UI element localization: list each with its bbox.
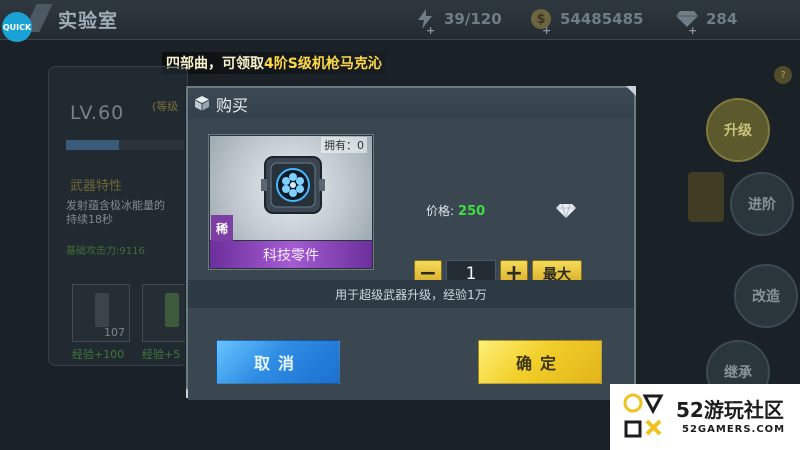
price-label: 价格: bbox=[426, 204, 455, 218]
purchase-dialog: 购买 拥有：0 稀 科技零件 价格: 250 − 1 + 最大 用于超级武器升级… bbox=[186, 86, 636, 400]
owned-count: 拥有：0 bbox=[321, 137, 367, 153]
item-description-text: 用于超级武器升级，经验1万 bbox=[335, 287, 487, 302]
rarity-badge: 稀 bbox=[211, 215, 233, 241]
diamond-value: 284 bbox=[706, 10, 738, 28]
tab-modify[interactable]: 改造 bbox=[734, 264, 798, 328]
top-bar: 实验室 + 39/120 $ + 54485485 + 284 bbox=[0, 0, 800, 40]
energy-resource[interactable]: + 39/120 bbox=[414, 8, 502, 37]
plus-icon: + bbox=[426, 24, 436, 37]
plus-icon: + bbox=[542, 24, 552, 37]
gold-value: 54485485 bbox=[560, 10, 644, 28]
material-icon bbox=[165, 293, 179, 327]
material-slot[interactable]: 107 bbox=[72, 284, 130, 342]
price-value: 250 bbox=[458, 204, 486, 219]
site-logo-icon bbox=[623, 393, 664, 438]
tab-upgrade[interactable]: 升级 bbox=[706, 98, 770, 162]
cancel-button[interactable]: 取消 bbox=[216, 340, 340, 384]
item-name-bar: 科技零件 bbox=[210, 241, 372, 268]
owned-value: 0 bbox=[357, 139, 364, 152]
weapon-level-sub: (等级 bbox=[152, 100, 179, 113]
tab-advance[interactable]: 进阶 bbox=[730, 172, 794, 236]
tech-part-icon bbox=[261, 156, 325, 214]
material-exp: 经验+100 bbox=[72, 348, 125, 361]
diamond-icon: + bbox=[676, 8, 698, 37]
material-count: 107 bbox=[104, 326, 125, 339]
watermark-url: 52GAMERS.COM bbox=[682, 424, 786, 435]
confirm-button[interactable]: 确定 bbox=[478, 340, 602, 384]
diamond-resource[interactable]: + 284 bbox=[676, 8, 738, 37]
weapon-attr-title: 武器特性 bbox=[70, 179, 123, 194]
dialog-title: 购买 bbox=[216, 96, 249, 115]
cube-icon bbox=[195, 96, 209, 111]
ticker-highlight: 4阶S级机枪马克沁 bbox=[264, 56, 382, 72]
help-icon[interactable]: ? bbox=[774, 66, 792, 84]
item-description: 用于超级武器升级，经验1万 bbox=[188, 280, 634, 308]
coin-icon: $ + bbox=[530, 8, 552, 37]
material-exp: 经验+5 bbox=[142, 348, 181, 361]
weapon-level: LV.60 bbox=[70, 102, 125, 124]
announcement-ticker: 四部曲，可领取4阶S级机枪马克沁 bbox=[162, 52, 386, 74]
gold-resource[interactable]: $ + 54485485 bbox=[530, 8, 644, 37]
dialog-body: 拥有：0 稀 科技零件 价格: 250 − 1 + 最大 用于超级武器升级，经验… bbox=[188, 118, 634, 400]
energy-value: 39/120 bbox=[444, 10, 502, 28]
dialog-header: 购买 bbox=[188, 88, 634, 118]
watermark-title: 52游玩社区 bbox=[676, 398, 784, 422]
lightning-icon: + bbox=[414, 8, 436, 37]
item-name: 科技零件 bbox=[263, 247, 319, 264]
material-icon bbox=[95, 293, 109, 327]
base-attack: 基础攻击力:9116 bbox=[66, 246, 145, 257]
level-progress-bar bbox=[66, 140, 184, 150]
weapon-attr-desc: 发射蕴含极冰能量的 持续18秒 bbox=[66, 199, 165, 226]
quick-button[interactable]: QUICK bbox=[2, 12, 32, 42]
item-card: 拥有：0 稀 科技零件 bbox=[208, 134, 374, 270]
watermark: 52游玩社区 52GAMERS.COM bbox=[610, 384, 800, 450]
diamond-icon bbox=[556, 204, 576, 218]
robot-model bbox=[688, 172, 724, 222]
price-row: 价格: 250 bbox=[426, 202, 485, 219]
plus-icon: + bbox=[688, 24, 698, 37]
page-title: 实验室 bbox=[58, 10, 119, 32]
